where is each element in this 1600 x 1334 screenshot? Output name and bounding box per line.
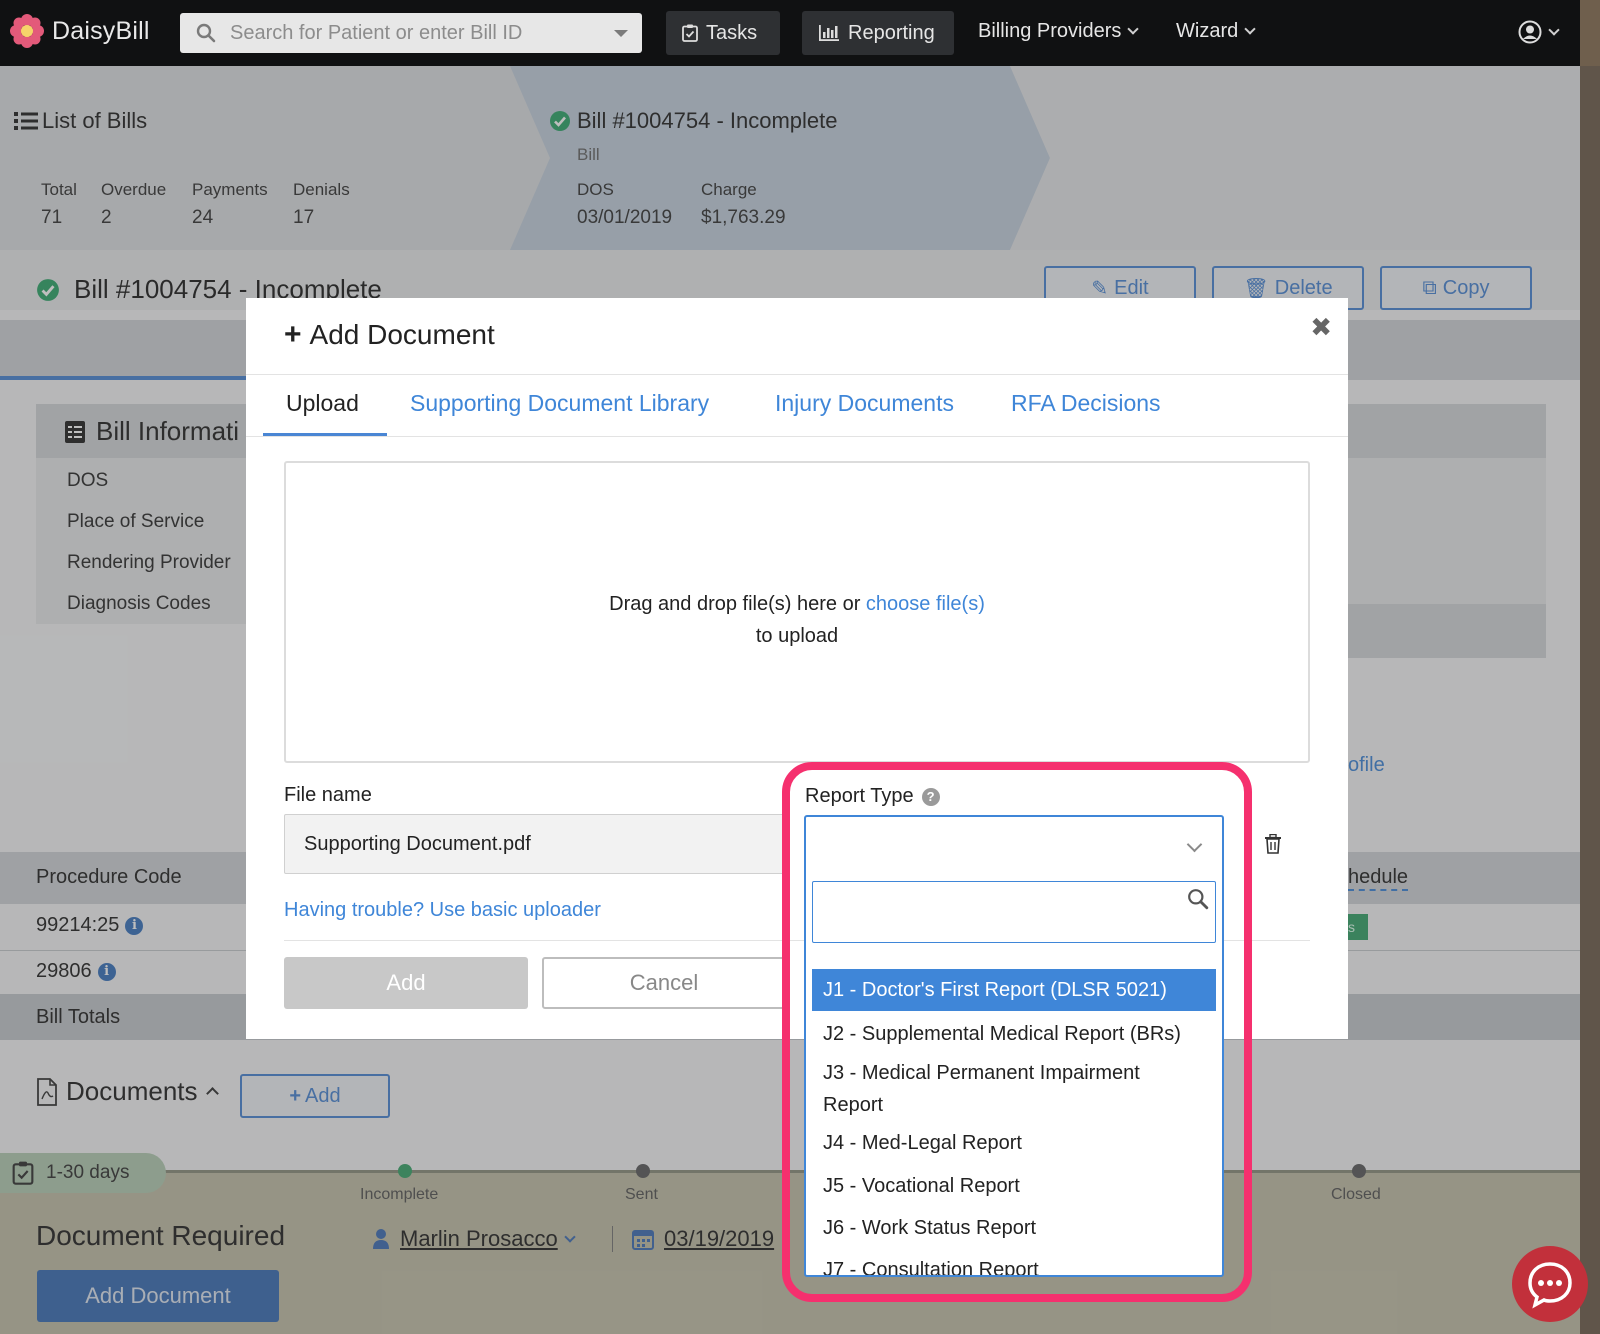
brand-name: DaisyBill	[52, 16, 150, 45]
plus-icon: +	[284, 318, 302, 351]
daisy-logo-icon	[10, 14, 44, 48]
billing-providers-label: Billing Providers	[978, 20, 1122, 42]
modal-title: + Add Document	[284, 318, 495, 352]
tab-upload[interactable]: Upload	[286, 390, 359, 417]
divider	[246, 436, 1348, 437]
bar-chart-icon	[819, 25, 839, 41]
billing-providers-menu[interactable]: Billing Providers	[978, 20, 1140, 43]
add-button[interactable]: Add	[284, 957, 528, 1009]
tab-supporting-document-library[interactable]: Supporting Document Library	[410, 390, 709, 417]
dropzone-instruction: Drag and drop file(s) here or	[609, 593, 861, 615]
tab-injury-documents[interactable]: Injury Documents	[775, 390, 954, 417]
tasks-label: Tasks	[706, 21, 758, 44]
wizard-menu[interactable]: Wizard	[1176, 20, 1256, 43]
trash-icon[interactable]	[1264, 834, 1282, 854]
tab-rfa-decisions[interactable]: RFA Decisions	[1011, 390, 1161, 417]
file-name-field[interactable]: Supporting Document.pdf	[284, 814, 784, 874]
reporting-label: Reporting	[848, 21, 935, 44]
chat-button[interactable]	[1512, 1246, 1588, 1322]
clipboard-check-icon	[682, 24, 698, 42]
file-name-value: Supporting Document.pdf	[304, 832, 531, 855]
reporting-button[interactable]: Reporting	[802, 11, 954, 55]
file-dropzone[interactable]: Drag and drop file(s) here or choose fil…	[284, 461, 1310, 763]
patient-search-input[interactable]: Search for Patient or enter Bill ID	[180, 13, 642, 53]
top-navbar: DaisyBill Search for Patient or enter Bi…	[0, 0, 1600, 66]
close-icon[interactable]: ✖	[1310, 312, 1332, 343]
chevron-down-icon	[1548, 23, 1560, 36]
chevron-down-icon	[1244, 23, 1256, 35]
caret-down-icon[interactable]	[614, 30, 628, 37]
basic-uploader-link[interactable]: Having trouble? Use basic uploader	[284, 899, 601, 922]
chevron-down-icon	[1127, 23, 1140, 35]
wizard-label: Wizard	[1176, 20, 1239, 42]
brand-logo[interactable]: DaisyBill	[10, 14, 150, 48]
tasks-button[interactable]: Tasks	[666, 11, 780, 55]
file-name-label: File name	[284, 784, 372, 806]
search-icon	[196, 23, 216, 43]
dropzone-text: Drag and drop file(s) here or choose fil…	[286, 593, 1308, 616]
chat-bubble-icon	[1528, 1262, 1572, 1309]
report-type-highlight	[782, 762, 1252, 1302]
user-circle-icon	[1518, 20, 1542, 44]
divider	[246, 374, 1348, 375]
modal-title-text: Add Document	[309, 319, 495, 350]
choose-files-link[interactable]: choose file(s)	[866, 593, 985, 615]
cancel-button[interactable]: Cancel	[542, 957, 786, 1009]
dropzone-text-2: to upload	[755, 625, 839, 647]
search-placeholder: Search for Patient or enter Bill ID	[230, 21, 523, 44]
user-menu[interactable]	[1518, 20, 1560, 44]
